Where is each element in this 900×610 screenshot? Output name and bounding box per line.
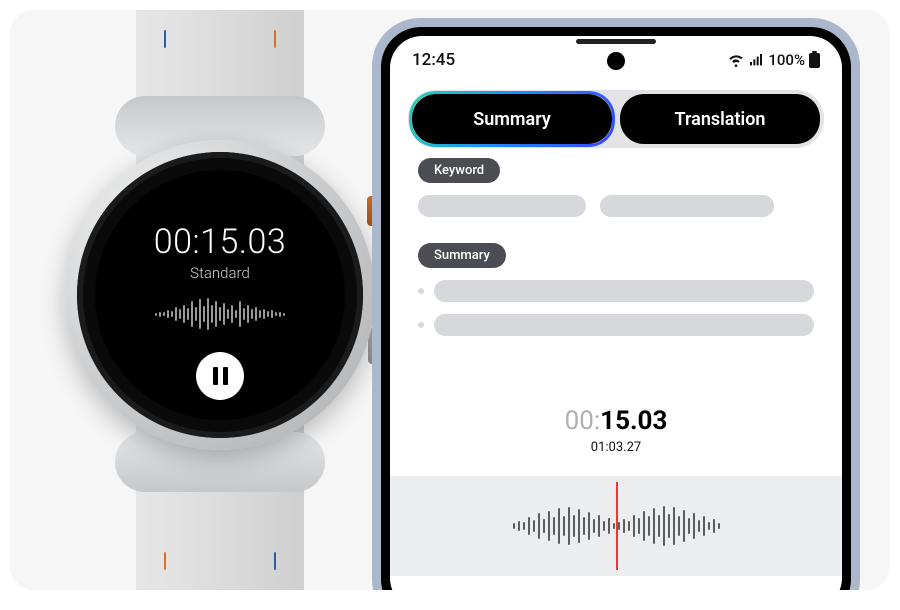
placeholder (418, 195, 586, 217)
status-right: 100% (728, 51, 820, 69)
bullet-icon (418, 288, 424, 294)
pause-icon (213, 367, 218, 385)
band-stitch (164, 30, 166, 48)
playback-timer: 00:15.03 01:03.27 (390, 406, 842, 455)
placeholder (434, 280, 814, 302)
tab-label: Summary (473, 109, 551, 130)
phone-waveform[interactable] (390, 476, 842, 576)
total-time: 01:03.27 (390, 440, 842, 455)
phone-bezel: 12:45 100% Summary Translation (381, 27, 851, 590)
elapsed-time: 00:15.03 (390, 406, 842, 436)
phone-screen: 12:45 100% Summary Translation (390, 36, 842, 590)
battery-percent: 100% (768, 51, 805, 69)
content-area: Keyword Summary (418, 158, 814, 336)
section-chip-summary: Summary (418, 243, 506, 268)
stage: 00:15.03 Standard 12:45 100% (10, 10, 890, 590)
phone-speaker (576, 39, 656, 44)
section-chip-keyword: Keyword (418, 158, 500, 183)
watch-waveform (155, 296, 285, 332)
watch-mode-label: Standard (190, 264, 250, 282)
pause-button[interactable] (196, 352, 244, 400)
wifi-icon (728, 52, 744, 68)
playhead-indicator (616, 482, 618, 570)
band-stitch (274, 552, 276, 570)
watch-timer: 00:15.03 (154, 222, 286, 262)
band-stitch (274, 30, 276, 48)
watch-device: 00:15.03 Standard (65, 10, 375, 590)
tab-label: Translation (675, 109, 766, 130)
pause-icon (223, 367, 228, 385)
tab-bar: Summary Translation (408, 90, 824, 148)
status-bar: 12:45 100% (390, 50, 842, 70)
elapsed-prefix: 00: (565, 406, 601, 436)
elapsed-main: 15.03 (600, 406, 667, 436)
tab-translation[interactable]: Translation (620, 94, 820, 144)
placeholder (434, 314, 814, 336)
watch-screen: 00:15.03 Standard (95, 170, 345, 420)
summary-line (418, 314, 814, 336)
keyword-placeholders (418, 195, 814, 217)
placeholder (600, 195, 774, 217)
summary-line (418, 280, 814, 302)
phone-device: 12:45 100% Summary Translation (372, 18, 860, 590)
band-stitch (164, 552, 166, 570)
signal-icon (748, 52, 764, 68)
tab-summary[interactable]: Summary (412, 94, 612, 144)
status-time: 12:45 (412, 50, 455, 70)
bullet-icon (418, 322, 424, 328)
battery-icon (809, 53, 820, 68)
